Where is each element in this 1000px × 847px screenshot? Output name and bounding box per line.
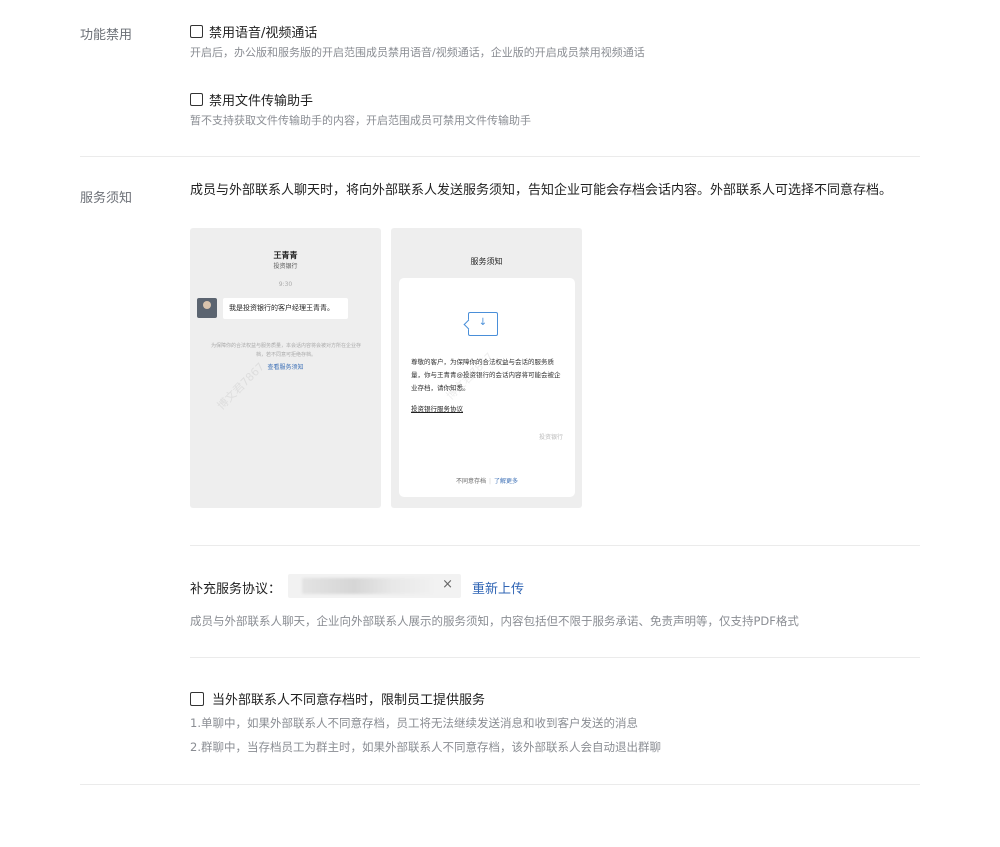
preview-archive-notice: 为保障你的合法权益与服务质量，本会话内容将会被对方所在企业存档，若不同意可拒绝存…: [210, 343, 361, 358]
subsection-divider: [190, 545, 920, 546]
section-label-service-notice: 服务须知: [80, 191, 133, 206]
close-icon[interactable]: ×: [442, 577, 453, 592]
preview-agreement-link: 投资银行服务协议: [411, 405, 463, 413]
section-divider: [80, 156, 920, 157]
disable-file-helper-option[interactable]: 禁用文件传输助手: [190, 90, 313, 109]
uploaded-file-name: [302, 578, 432, 594]
preview-chat-bubble: 我是投资银行的客户经理王青青。: [223, 298, 348, 319]
preview-notice-card: ↓ 尊敬的客户，为保障你的合法权益与会话的服务质量，你与王青青@投资银行的会话内…: [399, 278, 575, 497]
service-notice-paragraph: 成员与外部联系人聊天时，将向外部联系人发送服务须知，告知企业可能会存档会话内容。…: [190, 183, 893, 198]
supplementary-agreement-label: 补充服务协议：: [190, 582, 282, 597]
preview-decline-link: 不同意存档: [455, 478, 486, 485]
preview-contact-company: 投资银行: [273, 263, 298, 270]
avatar: [197, 298, 217, 318]
disable-voice-video-description: 开启后，办公版和服务版的开启范围成员禁用语音/视频通话，企业版的开启成员禁用视频…: [190, 46, 645, 59]
preview-bank-name: 投资银行: [538, 434, 563, 441]
uploaded-file-chip[interactable]: ×: [288, 574, 461, 598]
preview-action-separator: |: [488, 478, 492, 485]
disable-file-helper-label[interactable]: 禁用文件传输助手: [209, 90, 313, 109]
restrict-service-option[interactable]: 当外部联系人不同意存档时，限制员工提供服务: [190, 689, 485, 708]
reupload-button[interactable]: 重新上传: [472, 578, 524, 597]
preview-notice-link: 查看服务须知: [267, 364, 304, 371]
restrict-service-checkbox[interactable]: [190, 691, 204, 706]
disable-file-helper-description: 暂不支持获取文件传输助手的内容，开启范围成员可禁用文件传输助手: [190, 114, 531, 127]
disable-voice-video-label[interactable]: 禁用语音/视频通话: [209, 22, 317, 41]
preview-learn-more-link: 了解更多: [494, 478, 519, 485]
document-download-icon: ↓: [468, 312, 498, 336]
preview-chat-screen: 王青青 投资银行 9:30 我是投资银行的客户经理王青青。 为保障你的合法权益与…: [190, 228, 381, 508]
preview-contact-name: 王青青: [273, 251, 298, 260]
preview-notice-screen: 服务须知 ↓ 尊敬的客户，为保障你的合法权益与会话的服务质量，你与王青青@投资银…: [391, 228, 582, 508]
disable-voice-video-option[interactable]: 禁用语音/视频通话: [190, 22, 317, 41]
preview-card-actions: 不同意存档 | 了解更多: [399, 476, 575, 485]
subsection-divider: [190, 657, 920, 658]
restrict-service-line-2: 2.群聊中，当存档员工为群主时，如果外部联系人不同意存档，该外部联系人会自动退出…: [190, 740, 661, 754]
disable-voice-video-checkbox[interactable]: [190, 25, 203, 38]
preview-notice-title: 服务须知: [470, 257, 503, 266]
supplementary-agreement-description: 成员与外部联系人聊天，企业向外部联系人展示的服务须知，内容包括但不限于服务承诺、…: [190, 614, 799, 628]
restrict-service-line-1: 1.单聊中，如果外部联系人不同意存档，员工将无法继续发送消息和收到客户发送的消息: [190, 716, 638, 730]
disable-file-helper-checkbox[interactable]: [190, 93, 203, 106]
restrict-service-label[interactable]: 当外部联系人不同意存档时，限制员工提供服务: [212, 689, 485, 708]
section-label-feature-disable: 功能禁用: [80, 28, 133, 43]
section-divider: [80, 784, 920, 785]
preview-chat-time: 9:30: [278, 281, 293, 288]
